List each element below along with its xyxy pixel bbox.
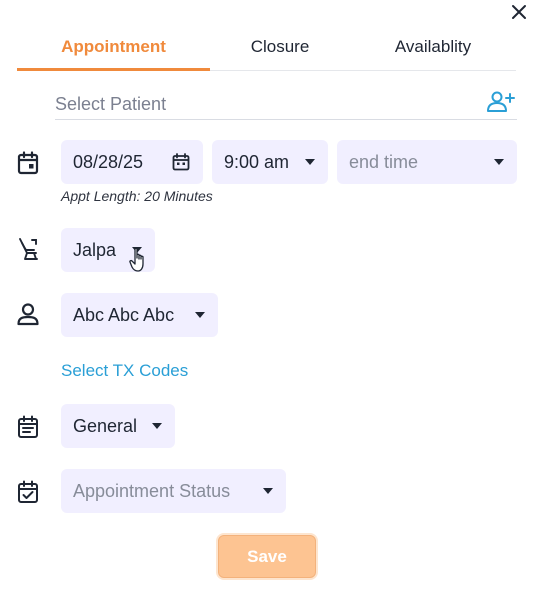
hand-cursor-icon: [129, 247, 149, 273]
save-button[interactable]: Save: [218, 535, 316, 578]
chevron-down-icon: [195, 312, 205, 318]
active-tab-indicator: [17, 68, 210, 71]
tab-bar: Appointment Closure Availablity: [17, 32, 516, 71]
close-button[interactable]: [508, 1, 530, 23]
chevron-down-icon: [494, 159, 504, 165]
select-tx-codes-link[interactable]: Select TX Codes: [61, 361, 188, 381]
tab-closure[interactable]: Closure: [210, 32, 350, 70]
date-picker-icon[interactable]: [172, 153, 190, 171]
user-icon: [16, 302, 40, 326]
provider-dropdown[interactable]: Abc Abc Abc: [61, 293, 218, 337]
add-user-icon: [487, 91, 515, 112]
appointment-status-dropdown[interactable]: Appointment Status: [61, 469, 286, 513]
start-time-dropdown[interactable]: 9:00 am: [212, 140, 328, 184]
calendar-icon: [16, 151, 40, 175]
appointment-type-value: General: [73, 415, 138, 436]
dental-chair-icon: [16, 237, 40, 261]
end-time-dropdown[interactable]: end time: [337, 140, 517, 184]
date-value: 08/28/25: [73, 151, 144, 172]
chevron-down-icon: [152, 423, 162, 429]
appointment-type-dropdown[interactable]: General: [61, 404, 175, 448]
start-time-value: 9:00 am: [224, 151, 290, 172]
end-time-placeholder: end time: [349, 151, 419, 172]
provider-value: Abc Abc Abc: [73, 304, 175, 325]
chevron-down-icon: [263, 488, 273, 494]
chevron-down-icon: [305, 159, 315, 165]
chair-value: Jalpa: [73, 239, 117, 260]
appointment-length-text: Appt Length: 20 Minutes: [61, 188, 213, 204]
patient-selector: [55, 88, 517, 120]
close-icon: [512, 5, 526, 19]
appointment-status-placeholder: Appointment Status: [73, 480, 231, 501]
patient-search-input[interactable]: [55, 92, 475, 116]
add-patient-button[interactable]: [485, 88, 517, 116]
calendar-check-icon: [16, 480, 40, 504]
date-field[interactable]: 08/28/25: [61, 140, 203, 184]
tab-appointment[interactable]: Appointment: [17, 32, 210, 70]
tab-availability[interactable]: Availablity: [350, 32, 516, 70]
calendar-list-icon: [16, 415, 40, 439]
